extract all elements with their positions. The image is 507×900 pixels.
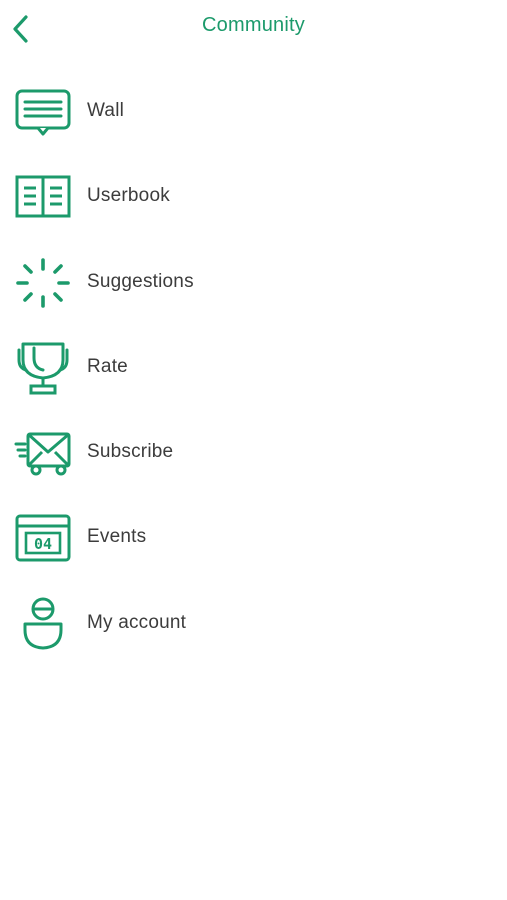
menu-item-suggestions[interactable]: Suggestions [0,239,507,324]
menu-item-wall[interactable]: Wall [0,68,507,153]
menu-item-events[interactable]: 04 Events [0,494,507,579]
menu-item-label: Subscribe [87,441,174,463]
open-book-icon [14,172,72,222]
loading-spinner-icon [14,257,72,308]
trophy-icon [14,342,72,395]
menu-item-label: Wall [87,100,125,121]
calendar-icon-day: 04 [34,535,52,553]
menu-item-label: Events [87,526,147,548]
menu-item-my-account[interactable]: My account [0,580,507,665]
page-title: Community [202,14,305,36]
calendar-icon: 04 [14,513,72,563]
menu-item-userbook[interactable]: Userbook [0,153,507,238]
menu-item-rate[interactable]: Rate [0,324,507,409]
menu-item-label: Userbook [87,185,170,207]
menu-item-subscribe[interactable]: Subscribe [0,409,507,494]
header: Community [0,0,507,58]
envelope-delivery-icon [14,428,72,478]
user-icon [14,597,72,650]
menu-item-label: Rate [87,355,128,377]
message-board-icon [14,87,72,137]
community-menu: Wall Userbook Suggestions Rate Subscribe… [0,68,507,665]
menu-item-label: Suggestions [87,270,194,292]
menu-item-label: My account [87,611,187,633]
